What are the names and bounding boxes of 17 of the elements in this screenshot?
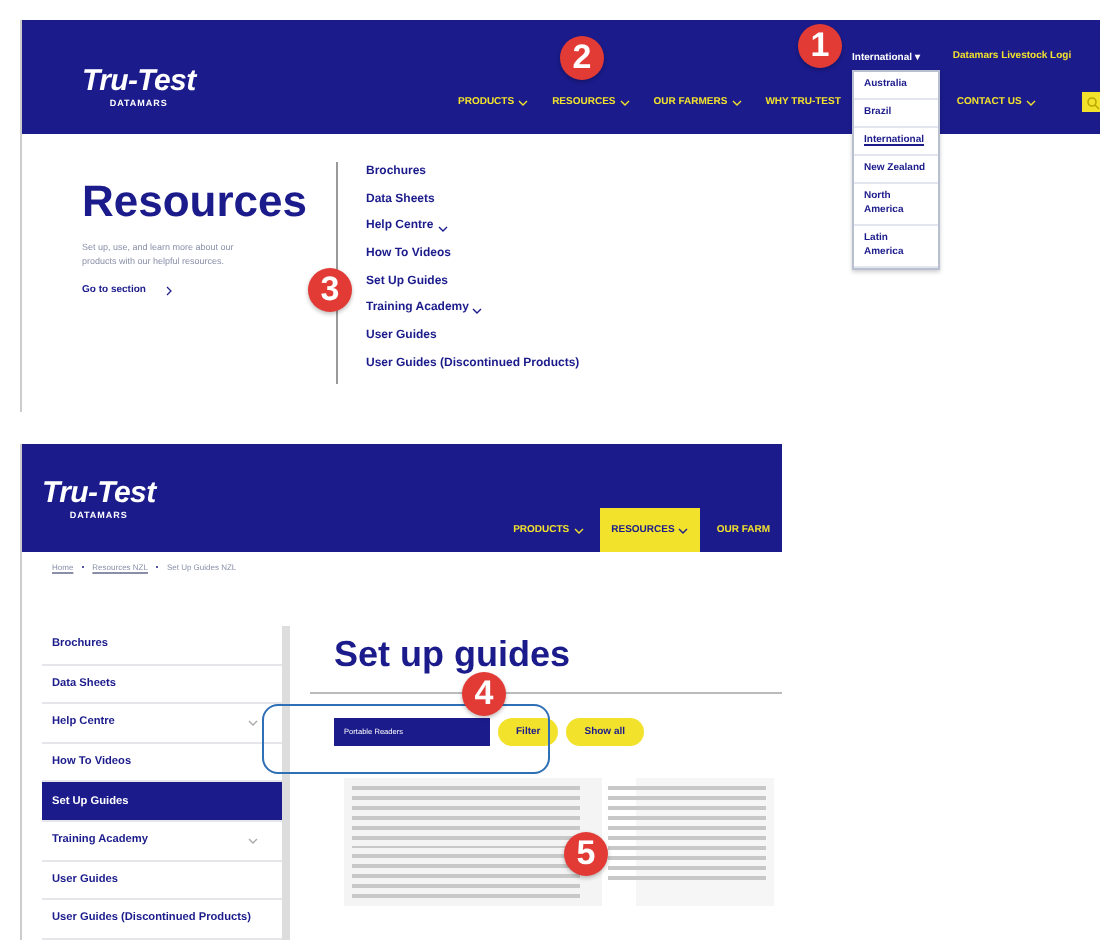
chevron-down-icon [619,99,630,105]
logo-wordmark[interactable]: Tru-Test [82,64,196,98]
search-button[interactable] [1082,92,1100,112]
chevron-down-icon [518,99,529,105]
chevron-down-icon [573,527,584,533]
page-title: Set up guides [334,634,573,676]
section-title: Resources [82,176,310,228]
chevron-down-icon [437,225,448,232]
chevron-right-icon [165,285,172,295]
logo-wordmark[interactable]: Tru-Test [42,476,156,510]
search-icon [1085,95,1099,109]
chevron-down-icon [248,719,258,726]
chevron-down-icon [248,837,258,844]
chevron-down-icon [472,307,483,314]
chevron-down-icon [678,527,689,533]
chevron-down-icon [1025,99,1036,105]
chevron-down-icon [731,99,742,105]
